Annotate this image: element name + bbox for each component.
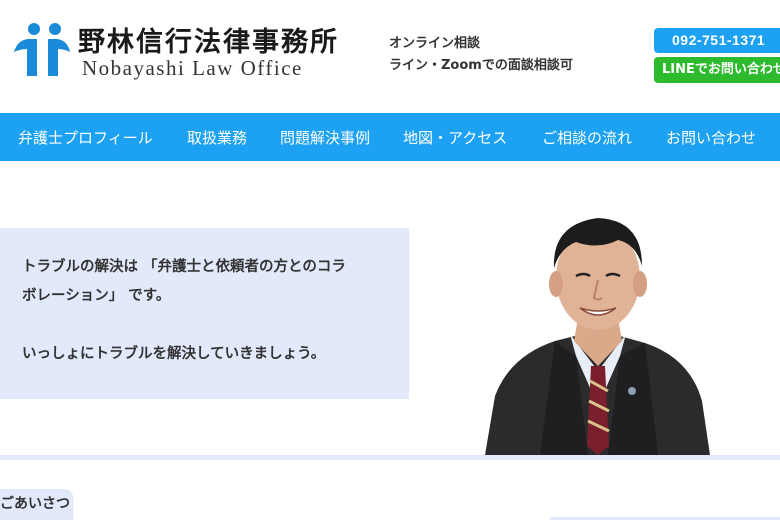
consult-line-2: ライン・Zoomでの面談相談可 <box>389 58 573 73</box>
nav-item-services[interactable]: 取扱業務 <box>187 127 247 148</box>
line-contact-button[interactable]: LINEでお問い合わせ <box>654 57 780 83</box>
lawyer-portrait <box>485 218 710 455</box>
nav-item-access[interactable]: 地図・アクセス <box>403 127 507 148</box>
site-header: 野林信行法律事務所 Nobayashi Law Office オンライン相談 ラ… <box>0 0 780 113</box>
main-nav: 弁護士プロフィール 取扱業務 問題解決事例 地図・アクセス ご相談の流れ お問い… <box>0 113 780 161</box>
phone-button[interactable]: 092-751-1371 <box>654 28 780 53</box>
hero-text-line-3: いっしょにトラブルを解決していきましょう。 <box>22 346 326 362</box>
nav-item-cases[interactable]: 問題解決事例 <box>280 127 370 148</box>
greeting-heading: ごあいさつ <box>0 489 73 520</box>
two-figures-logo-icon <box>14 23 70 76</box>
nav-item-contact[interactable]: お問い合わせ <box>666 127 756 148</box>
consult-line-1: オンライン相談 <box>389 36 481 51</box>
nav-item-flow[interactable]: ご相談の流れ <box>542 127 632 148</box>
logo-title-en: Nobayashi Law Office <box>82 56 303 80</box>
main-content: トラブルの解決は 「弁護士と依頼者の方とのコラ ボレーション」 です。 いっしょ… <box>0 161 780 520</box>
hero-text-line-1: トラブルの解決は 「弁護士と依頼者の方とのコラ <box>22 259 346 275</box>
online-consult-info: オンライン相談 ライン・Zoomでの面談相談可 <box>389 33 573 77</box>
hero-text-line-2: ボレーション」 です。 <box>22 288 171 304</box>
hero-message-box: トラブルの解決は 「弁護士と依頼者の方とのコラ ボレーション」 です。 いっしょ… <box>0 228 409 399</box>
logo-title-jp: 野林信行法律事務所 <box>78 27 339 58</box>
nav-item-profile[interactable]: 弁護士プロフィール <box>18 127 153 148</box>
section-divider <box>0 455 780 460</box>
